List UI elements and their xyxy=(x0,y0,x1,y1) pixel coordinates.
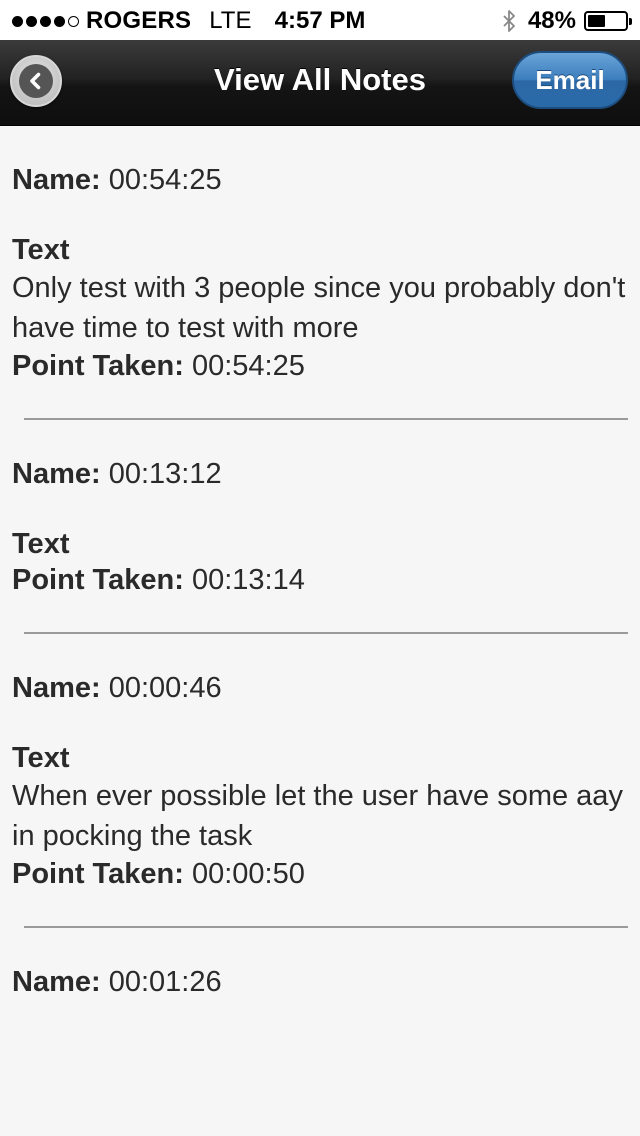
status-right: 48% xyxy=(502,7,632,35)
note-name-label: Name: xyxy=(12,458,101,490)
note-point-taken-label: Point Taken: xyxy=(12,564,184,596)
status-bar: ROGERS LTE 4:57 PM 48% xyxy=(0,0,640,40)
note-point-taken-value: 00:54:25 xyxy=(191,350,305,382)
note-name-row: Name: 00:54:25 xyxy=(12,162,628,198)
note-point-taken-row: Point Taken: 00:13:14 xyxy=(12,562,628,598)
battery-fill xyxy=(588,15,606,27)
note-text-label: Text xyxy=(12,742,70,774)
note-point-taken-label: Point Taken: xyxy=(12,350,184,382)
note-point-taken-value: 00:00:50 xyxy=(191,858,305,890)
note-point-taken-value: 00:13:14 xyxy=(191,564,305,596)
note-name-value: 00:00:46 xyxy=(108,672,222,704)
note-text-value: When ever possible let the user have som… xyxy=(12,780,623,852)
note-name-label: Name: xyxy=(12,966,101,998)
note-text-label: Text xyxy=(12,234,70,266)
note-name-row: Name: 00:01:26 xyxy=(12,964,628,1000)
note-point-taken-row: Point Taken: 00:54:25 xyxy=(12,348,628,384)
note-item: Name: 00:01:26 xyxy=(0,928,640,1000)
note-item: Name: 00:54:25 Text Only test with 3 peopl… xyxy=(0,126,640,420)
note-item: Name: 00:13:12 Text Point Taken: 00:13:14 xyxy=(0,420,640,634)
nav-bar: View All Notes Email xyxy=(0,40,640,126)
bluetooth-icon xyxy=(502,9,516,33)
note-text-label: Text xyxy=(12,528,70,560)
note-point-taken-label: Point Taken: xyxy=(12,858,184,890)
note-name-value: 00:01:26 xyxy=(108,966,222,998)
note-name-value: 00:54:25 xyxy=(108,164,222,196)
note-name-value: 00:13:12 xyxy=(108,458,222,490)
email-button[interactable]: Email xyxy=(512,51,628,109)
battery-percent: 48% xyxy=(527,7,576,34)
note-name-row: Name: 00:13:12 xyxy=(12,456,628,492)
notes-list[interactable]: Name: 00:54:25 Text Only test with 3 peopl… xyxy=(0,126,640,1136)
note-name-label: Name: xyxy=(12,672,101,704)
note-text-value: Only test with 3 people since you probab… xyxy=(12,272,626,344)
battery-icon xyxy=(584,11,632,31)
note-item: Name: 00:00:46 Text When ever possible let… xyxy=(0,634,640,928)
note-point-taken-row: Point Taken: 00:00:50 xyxy=(12,856,628,892)
note-name-label: Name: xyxy=(12,164,101,196)
note-name-row: Name: 00:00:46 xyxy=(12,670,628,706)
